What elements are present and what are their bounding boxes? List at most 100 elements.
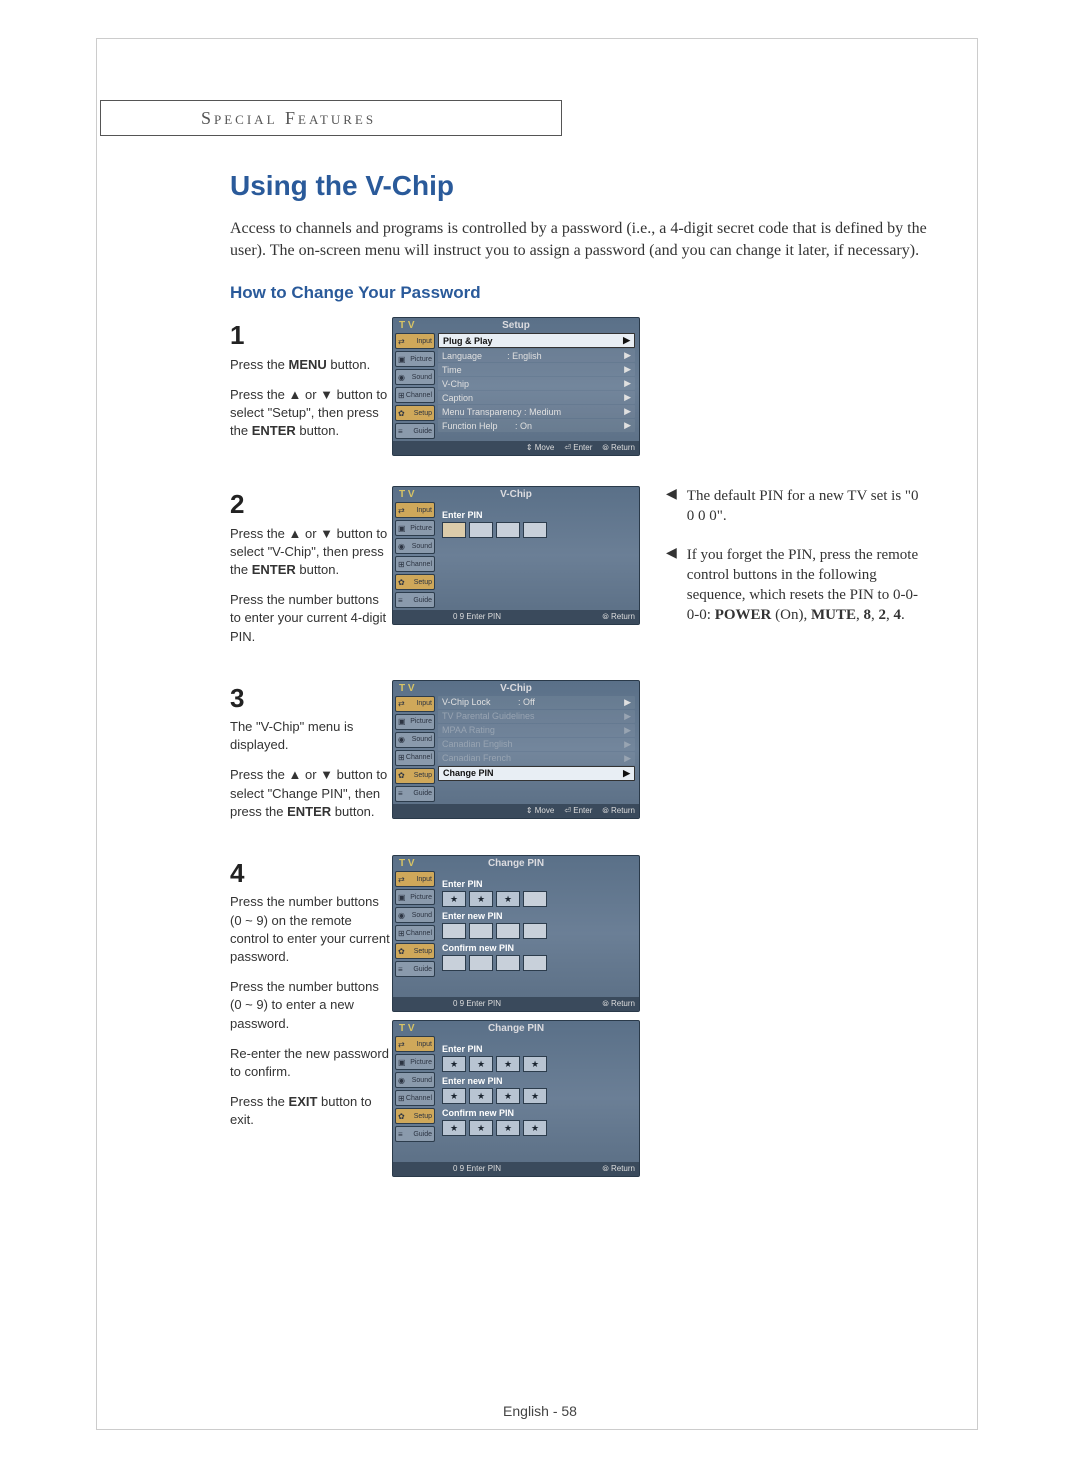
osd-tv-label: T V xyxy=(399,489,415,500)
pin-box: ★ xyxy=(496,891,520,907)
step-3: 3 The "V-Chip" menu is displayed. Press … xyxy=(230,680,950,833)
osd-tv-label: T V xyxy=(399,683,415,694)
osd-sidebar: Input Picture Sound Channel Setup Guide xyxy=(395,1036,435,1160)
note-reset-pin: ◀If you forget the PIN, press the remote… xyxy=(666,545,926,626)
osd-tab-guide: Guide xyxy=(395,786,435,802)
sidebar-notes: ◀The default PIN for a new TV set is "0 … xyxy=(666,486,926,644)
osd-item: Function Help : On▶ xyxy=(438,419,635,432)
step-4-p3: Re-enter the new password to confirm. xyxy=(230,1045,390,1081)
pin-box: ★ xyxy=(523,1056,547,1072)
osd-tab-channel: Channel xyxy=(395,925,435,941)
osd-setup: T V Setup Input Picture Sound Channel Se… xyxy=(392,317,640,456)
step-2-p1: Press the ▲ or ▼ button to select "V-Chi… xyxy=(230,525,390,580)
osd-tab-input: Input xyxy=(395,696,435,712)
osd-vchip-title: V-Chip xyxy=(393,487,639,500)
section-header-text: Special Features xyxy=(201,108,376,129)
confirm-pin-label: Confirm new PIN xyxy=(442,1108,631,1118)
osd-tab-setup: Setup xyxy=(395,574,435,590)
enter-pin-label: Enter PIN xyxy=(442,879,631,889)
pin-box: ★ xyxy=(442,891,466,907)
pin-box: ★ xyxy=(442,1120,466,1136)
step-4-p4: Press the EXIT button to exit. xyxy=(230,1093,390,1129)
osd-tab-guide: Guide xyxy=(395,592,435,608)
pin-row: ★ ★ ★ xyxy=(442,891,631,907)
osd-tv-label: T V xyxy=(399,320,415,331)
page-footer: English - 58 xyxy=(0,1403,1080,1419)
step-1-num: 1 xyxy=(230,317,390,353)
osd-change-pin-panel: Enter PIN ★ ★ ★ Enter new PIN Confirm ne… xyxy=(438,871,635,995)
osd-item: Language : English▶ xyxy=(438,349,635,362)
osd-vchip-pin: T V V-Chip Input Picture Sound Channel S… xyxy=(392,486,640,625)
step-4-p1: Press the number buttons (0 ~ 9) on the … xyxy=(230,893,390,966)
triangle-icon: ◀ xyxy=(666,486,677,527)
osd-footer: ⇕ Move⏎ Enter⦾ Return xyxy=(393,804,639,818)
osd-tv-label: T V xyxy=(399,858,415,869)
enter-new-pin-label: Enter new PIN xyxy=(442,1076,631,1086)
pin-box xyxy=(523,891,547,907)
pin-box: ★ xyxy=(469,1088,493,1104)
pin-box xyxy=(523,522,547,538)
osd-tab-setup: Setup xyxy=(395,943,435,959)
pin-box xyxy=(442,955,466,971)
pin-box: ★ xyxy=(469,891,493,907)
pin-row xyxy=(442,955,631,971)
step-3-p1: The "V-Chip" menu is displayed. xyxy=(230,718,390,754)
osd-change-pin-1: T V Change PIN Input Picture Sound Chann… xyxy=(392,855,640,1012)
subtitle: How to Change Your Password xyxy=(230,283,950,303)
osd-item: Time▶ xyxy=(438,363,635,376)
osd-tab-guide: Guide xyxy=(395,1126,435,1142)
osd-tab-input: Input xyxy=(395,333,435,349)
osd-sidebar: Input Picture Sound Channel Setup Guide xyxy=(395,696,435,802)
osd-item: Menu Transparency : Medium▶ xyxy=(438,405,635,418)
confirm-pin-label: Confirm new PIN xyxy=(442,943,631,953)
osd-vchip-panel: Enter PIN xyxy=(438,502,635,608)
pin-box: ★ xyxy=(469,1120,493,1136)
step-4-num: 4 xyxy=(230,855,390,891)
pin-row: ★★★★ xyxy=(442,1056,631,1072)
osd-vchip-menu-panel: V-Chip Lock : Off▶ TV Parental Guideline… xyxy=(438,696,635,802)
step-4-screenshot: T V Change PIN Input Picture Sound Chann… xyxy=(392,855,642,1185)
step-4: 4 Press the number buttons (0 ~ 9) on th… xyxy=(230,855,950,1185)
pin-box xyxy=(442,522,466,538)
osd-tab-sound: Sound xyxy=(395,732,435,748)
pin-row: ★★★★ xyxy=(442,1120,631,1136)
content-area: Using the V-Chip Access to channels and … xyxy=(230,170,950,1207)
step-2-num: 2 xyxy=(230,486,390,522)
pin-box xyxy=(469,955,493,971)
osd-tab-sound: Sound xyxy=(395,1072,435,1088)
step-3-screenshot: T V V-Chip Input Picture Sound Channel S… xyxy=(392,680,642,827)
pin-row xyxy=(442,923,631,939)
pin-row xyxy=(442,522,631,538)
osd-item: V-Chip▶ xyxy=(438,377,635,390)
osd-item: V-Chip Lock : Off▶ xyxy=(438,696,635,709)
pin-box: ★ xyxy=(442,1088,466,1104)
osd-tab-guide: Guide xyxy=(395,961,435,977)
osd-item: MPAA Rating▶ xyxy=(438,724,635,737)
step-2-screenshot: T V V-Chip Input Picture Sound Channel S… xyxy=(392,486,642,633)
osd-item: TV Parental Guidelines▶ xyxy=(438,710,635,723)
osd-sidebar: Input Picture Sound Channel Setup Guide xyxy=(395,333,435,439)
pin-box xyxy=(496,522,520,538)
pin-box: ★ xyxy=(496,1120,520,1136)
osd-tab-setup: Setup xyxy=(395,405,435,421)
intro-text: Access to channels and programs is contr… xyxy=(230,218,950,261)
osd-tab-channel: Channel xyxy=(395,387,435,403)
osd-tab-channel: Channel xyxy=(395,556,435,572)
step-1-p2: Press the ▲ or ▼ button to select "Setup… xyxy=(230,386,390,441)
osd-tab-picture: Picture xyxy=(395,520,435,536)
enter-pin-label: Enter PIN xyxy=(442,510,631,520)
step-1-text: 1 Press the MENU button. Press the ▲ or … xyxy=(230,317,390,452)
pin-box xyxy=(523,923,547,939)
osd-tab-channel: Channel xyxy=(395,750,435,766)
osd-item: Plug & Play▶ xyxy=(438,333,635,348)
pin-box xyxy=(496,923,520,939)
osd-tab-input: Input xyxy=(395,871,435,887)
osd-tv-label: T V xyxy=(399,1023,415,1034)
osd-tab-picture: Picture xyxy=(395,351,435,367)
enter-new-pin-label: Enter new PIN xyxy=(442,911,631,921)
note-default-pin: ◀The default PIN for a new TV set is "0 … xyxy=(666,486,926,527)
osd-tab-input: Input xyxy=(395,1036,435,1052)
osd-change-pin-2: T V Change PIN Input Picture Sound Chann… xyxy=(392,1020,640,1177)
enter-pin-label: Enter PIN xyxy=(442,1044,631,1054)
osd-change-pin-title: Change PIN xyxy=(393,856,639,869)
